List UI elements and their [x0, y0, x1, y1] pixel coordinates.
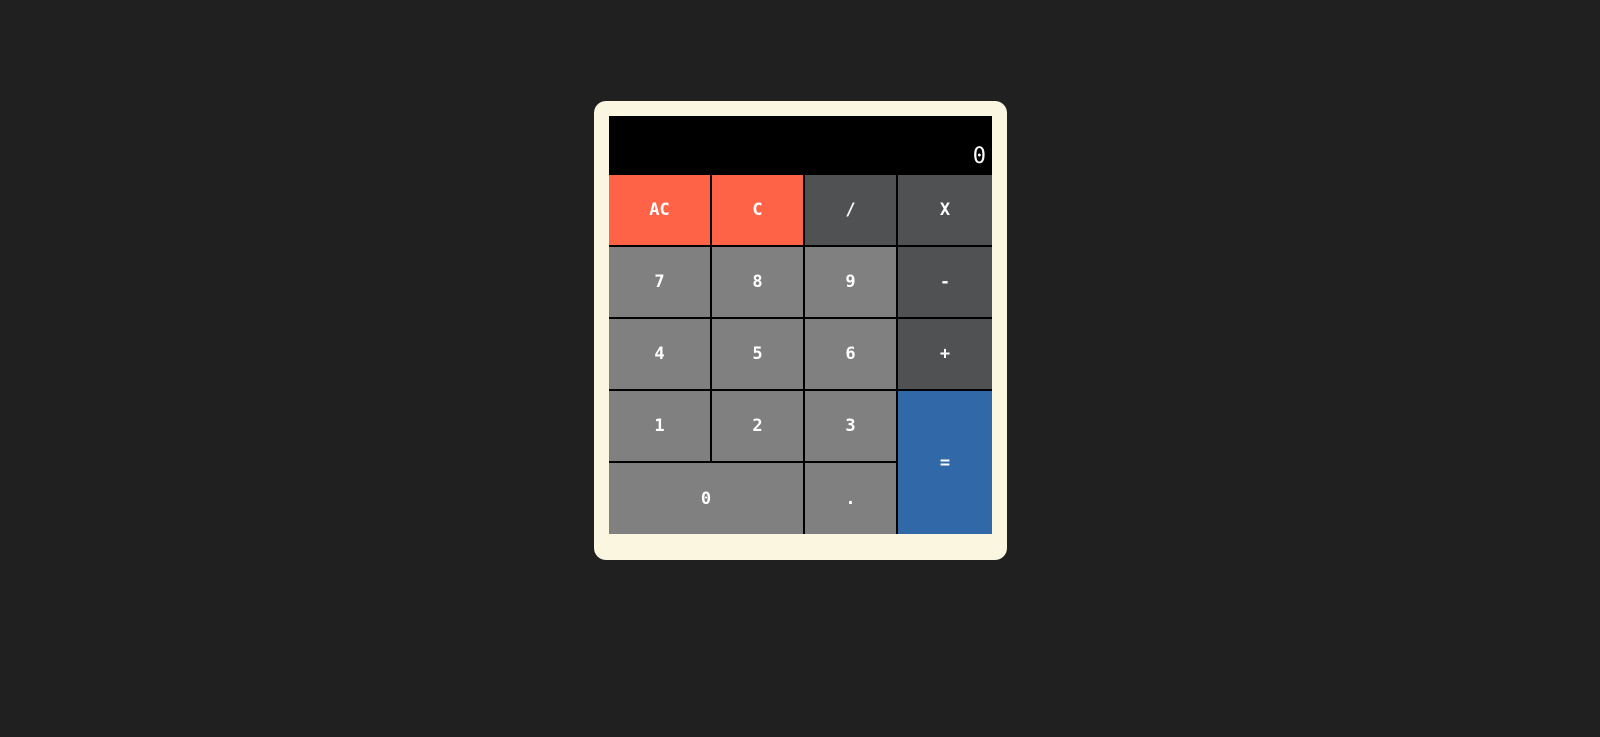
subtract-button[interactable]: - — [898, 247, 992, 319]
equals-button[interactable]: = — [898, 391, 992, 534]
digit-3-button[interactable]: 3 — [805, 391, 898, 463]
keypad: AC C / X 7 8 9 - 4 5 6 + 1 2 3 = 0 . — [609, 175, 992, 534]
digit-4-button[interactable]: 4 — [609, 319, 712, 391]
digit-2-button[interactable]: 2 — [712, 391, 805, 463]
digit-7-button[interactable]: 7 — [609, 247, 712, 319]
calculator: 0 AC C / X 7 8 9 - 4 5 6 + 1 2 3 = 0 . — [594, 101, 1007, 560]
all-clear-button[interactable]: AC — [609, 175, 712, 247]
digit-9-button[interactable]: 9 — [805, 247, 898, 319]
multiply-button[interactable]: X — [898, 175, 992, 247]
add-button[interactable]: + — [898, 319, 992, 391]
divide-button[interactable]: / — [805, 175, 898, 247]
clear-button[interactable]: C — [712, 175, 805, 247]
digit-0-button[interactable]: 0 — [609, 463, 805, 534]
digit-1-button[interactable]: 1 — [609, 391, 712, 463]
display-value: 0 — [972, 144, 986, 169]
digit-5-button[interactable]: 5 — [712, 319, 805, 391]
calculator-display: 0 — [609, 116, 992, 175]
decimal-button[interactable]: . — [805, 463, 898, 534]
digit-6-button[interactable]: 6 — [805, 319, 898, 391]
digit-8-button[interactable]: 8 — [712, 247, 805, 319]
